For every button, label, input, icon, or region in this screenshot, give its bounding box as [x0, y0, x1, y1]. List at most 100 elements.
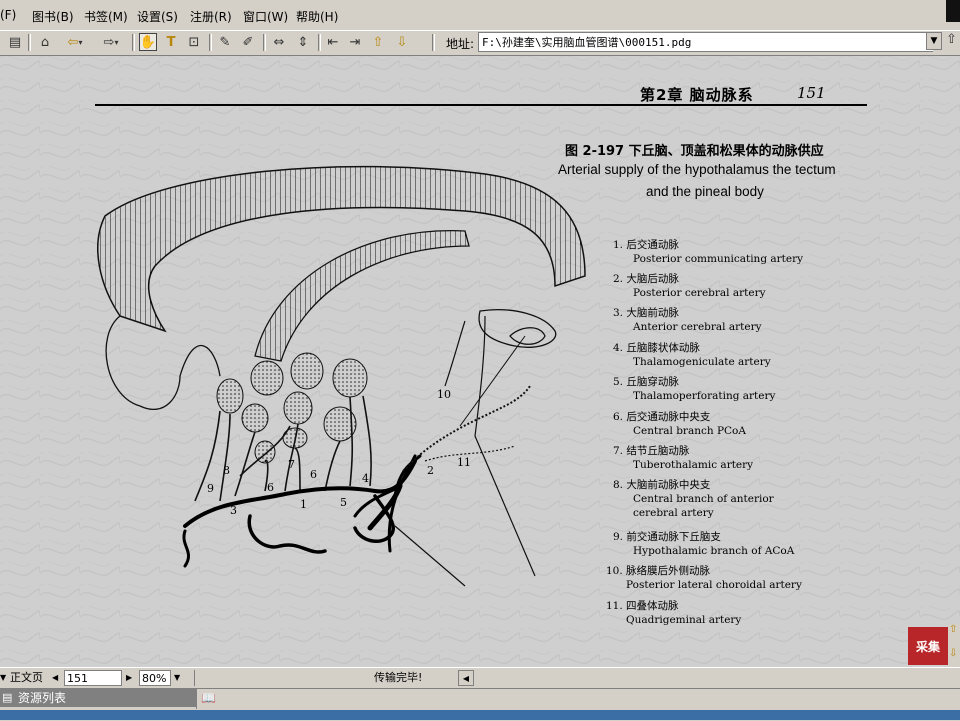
fornix [254, 230, 470, 362]
toolbar-separator [432, 34, 435, 51]
menu-file[interactable]: (F) [0, 8, 16, 22]
menu-help[interactable]: 帮助(H) [296, 8, 338, 25]
legend-cn: 10. 脉络膜后外侧动脉 [606, 565, 711, 577]
fit-width-icon[interactable]: ⇔ [270, 33, 288, 51]
legend-cn: 4. 丘脑膝状体动脉 [613, 342, 700, 354]
legend-en: Anterior cerebral artery [633, 321, 762, 333]
resource-list-label: 资源列表 [18, 691, 67, 705]
legend-item: 9. 前交通动脉下丘脑支 Hypothalamic branch of ACoA [613, 530, 873, 558]
menu-books[interactable]: 图书(B) [32, 8, 74, 25]
menu-window[interactable]: 窗口(W) [243, 8, 288, 25]
figure-label: 10 [437, 388, 451, 401]
legend-item: 6. 后交通动脉中央支 Central branch PCoA [613, 410, 873, 438]
menu-register[interactable]: 注册(R) [190, 8, 232, 25]
legend-cn: 2. 大脑后动脉 [613, 273, 679, 285]
toolbar-separator [263, 34, 266, 51]
legend-item: 1. 后交通动脉 Posterior communicating artery [613, 238, 873, 266]
header-rule [95, 104, 867, 106]
figure-label: 7 [288, 458, 295, 471]
legend-en: Thalamogeniculate artery [633, 356, 771, 368]
page-number-field[interactable]: 151 [64, 670, 122, 686]
legend-en: Hypothalamic branch of ACoA [633, 545, 795, 557]
desktop-taskbar [0, 710, 960, 720]
figure-label: 2 [427, 464, 434, 477]
text-select-icon[interactable]: T [162, 33, 180, 51]
resource-list-tab[interactable]: ▤ 资源列表 [0, 689, 196, 707]
legend-cn: 5. 丘脑穿动脉 [613, 376, 679, 388]
corpus-callosum [97, 165, 586, 333]
menu-settings[interactable]: 设置(S) [137, 8, 178, 25]
list-icon: ▤ [2, 691, 13, 704]
resource-panel: 📖 [196, 689, 397, 709]
back-icon[interactable]: ⇦ ▾ [60, 33, 90, 51]
status-message: 传输完毕! [374, 671, 423, 684]
zoom-dropdown-icon[interactable]: ▼ [174, 670, 188, 686]
legend-item: 8. 大脑前动脉中央支 Central branch of anterior c… [613, 478, 873, 520]
artery-illustration: 1 2 3 4 5 6 6 7 8 9 10 11 [97, 165, 586, 587]
figure-label: 8 [223, 464, 230, 477]
main-arteries [182, 454, 422, 568]
next-page-arrow-icon[interactable]: ▶ [126, 670, 138, 686]
zoom-field[interactable]: 80% [139, 670, 171, 686]
hand-icon[interactable]: ✋ [139, 33, 157, 51]
legend-en: Quadrigeminal artery [626, 614, 742, 626]
collect-logo[interactable]: 采集 [908, 627, 948, 665]
legend-en: Posterior communicating artery [633, 253, 804, 265]
document-view[interactable]: 第2章 脑动脉系 151 图 2-197 下丘脑、顶盖和松果体的动脉供应 Art… [0, 56, 960, 667]
address-input[interactable] [478, 32, 933, 52]
forward-icon[interactable]: ⇨ ▾ [96, 33, 126, 51]
legend-item: 7. 结节丘脑动脉 Tuberothalamic artery [613, 444, 873, 472]
scroll-down-icon[interactable]: ⇩ [949, 648, 957, 659]
legend-cn: 7. 结节丘脑动脉 [613, 445, 690, 457]
figure-label: 1 [300, 498, 307, 511]
figure-title-en-line2: and the pineal body [646, 184, 764, 199]
figure-label: 6 [310, 468, 317, 481]
legend-cn: 1. 后交通动脉 [613, 239, 679, 251]
home-icon[interactable]: ⌂ [36, 33, 54, 51]
go-icon[interactable]: ⇧ [946, 32, 957, 47]
legend-cn: 8. 大脑前动脉中央支 [613, 479, 711, 491]
chapter-header: 第2章 脑动脉系 [640, 86, 754, 104]
next-page-icon[interactable]: ⇩ [393, 33, 411, 51]
scroll-left-icon[interactable]: ◀ [458, 670, 474, 686]
last-page-icon[interactable]: ⇥ [346, 33, 364, 51]
status-bar: ▼ 正文页 ◀ 151 ▶ 80% ▼ 传输完毕! ◀ [0, 667, 960, 689]
legend-item: 11. 四叠体动脉 Quadrigeminal artery [606, 599, 866, 627]
address-label: 地址: [446, 37, 475, 51]
book-icon[interactable]: 📖 [201, 691, 216, 705]
legend-en: Central branch of anterior [633, 493, 774, 505]
legend-item: 10. 脉络膜后外侧动脉 Posterior lateral choroidal… [606, 564, 866, 592]
toolbar-separator [209, 34, 212, 51]
figure-label: 3 [230, 504, 237, 517]
figure-label: 4 [362, 472, 369, 485]
legend-item: 4. 丘脑膝状体动脉 Thalamogeniculate artery [613, 341, 873, 369]
figure-label: 9 [207, 482, 214, 495]
figure-label: 6 [267, 481, 274, 494]
highlight-icon[interactable]: ✐ [239, 33, 257, 51]
legend-cn: 11. 四叠体动脉 [606, 600, 679, 612]
menu-bookmarks[interactable]: 书签(M) [84, 8, 128, 25]
side-scroll-control[interactable]: ⇧ ⇩ [948, 624, 960, 668]
zoom-area-icon[interactable]: ⊡ [185, 33, 203, 51]
window-corner-icon [946, 0, 960, 22]
address-dropdown-button[interactable]: ▼ [926, 32, 942, 50]
panel-icon[interactable]: ▤ [6, 33, 24, 51]
menu-bar: (F) 图书(B) 书签(M) 设置(S) 注册(R) 窗口(W) 帮助(H) [0, 0, 960, 30]
page-number: 151 [797, 84, 826, 102]
first-page-icon[interactable]: ⇤ [324, 33, 342, 51]
prev-page-icon[interactable]: ⇧ [369, 33, 387, 51]
scroll-up-icon[interactable]: ⇧ [949, 624, 957, 635]
legend-item: 2. 大脑后动脉 Posterior cerebral artery [613, 272, 873, 300]
nuclei [216, 352, 368, 464]
legend-en: Tuberothalamic artery [633, 459, 754, 471]
page-type-label[interactable]: 正文页 [10, 670, 52, 686]
legend-cn: 6. 后交通动脉中央支 [613, 411, 711, 423]
legend-en: Posterior lateral choroidal artery [626, 579, 802, 591]
toolbar-separator [28, 34, 31, 51]
status-divider [194, 670, 195, 686]
legend-item: 3. 大脑前动脉 Anterior cerebral artery [613, 306, 873, 334]
annotate-icon[interactable]: ✎ [216, 33, 234, 51]
prev-page-arrow-icon[interactable]: ◀ [52, 670, 64, 686]
fit-height-icon[interactable]: ⇕ [294, 33, 312, 51]
figure-label: 11 [457, 456, 471, 469]
